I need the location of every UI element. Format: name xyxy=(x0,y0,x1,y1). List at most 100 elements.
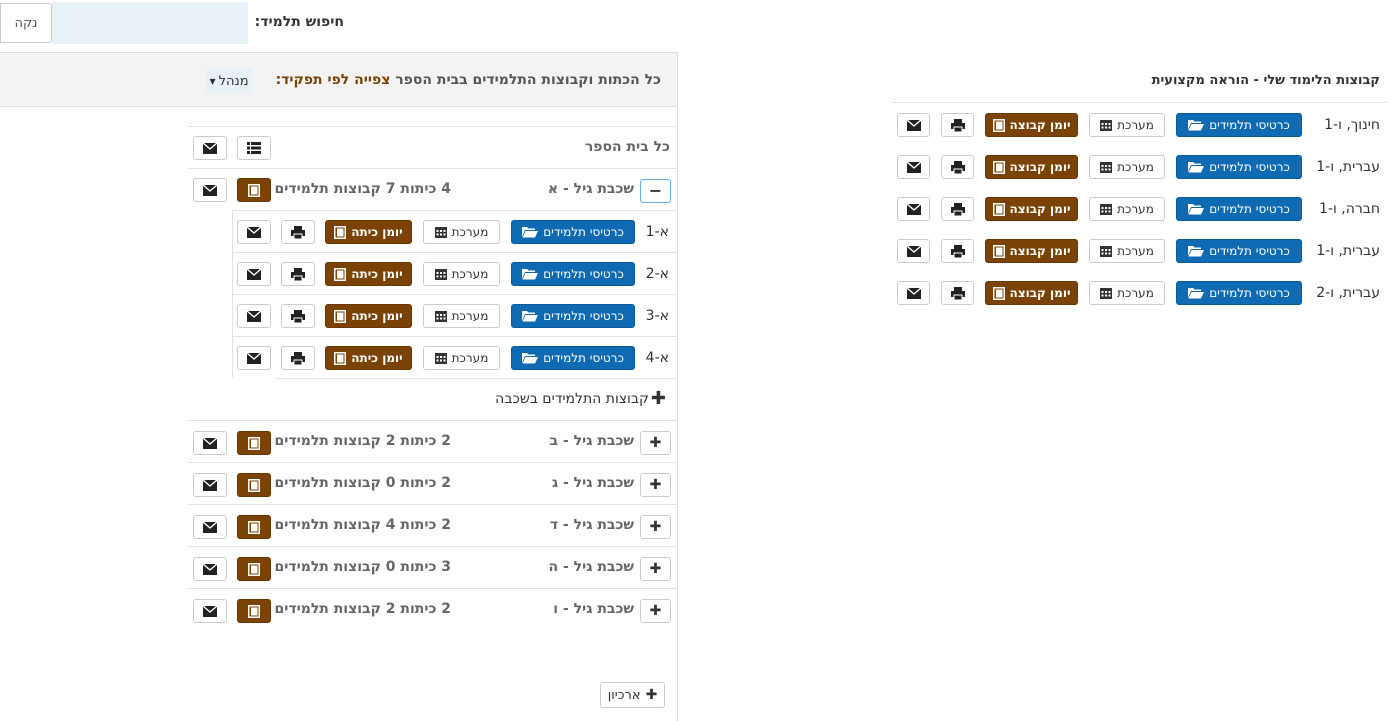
print-button[interactable] xyxy=(941,239,974,263)
mail-button[interactable] xyxy=(237,304,271,328)
student-cards-button[interactable]: כרטיסי תלמידים xyxy=(511,346,635,370)
print-button[interactable] xyxy=(281,220,315,244)
schedule-label: מערכת xyxy=(1117,118,1154,132)
mail-button[interactable] xyxy=(897,281,930,305)
divider xyxy=(188,462,677,463)
schedule-button[interactable]: מערכת xyxy=(1089,155,1165,179)
grade-diary-button[interactable] xyxy=(237,599,271,623)
student-cards-button[interactable]: כרטיסי תלמידים xyxy=(1176,197,1302,221)
grade-summary: 2 כיתות 4 קבוצות תלמידים xyxy=(274,517,451,533)
mail-button[interactable] xyxy=(897,155,930,179)
group-name: עברית, ו-1 xyxy=(1316,243,1380,259)
print-button[interactable] xyxy=(941,197,974,221)
book-icon xyxy=(334,267,347,281)
calendar-icon xyxy=(434,353,447,364)
group-diary-button[interactable]: יומן קבוצה xyxy=(985,239,1078,263)
print-button[interactable] xyxy=(281,304,315,328)
envelope-icon xyxy=(203,563,217,575)
list-button[interactable] xyxy=(237,136,271,160)
class-diary-button[interactable]: יומן כיתה xyxy=(325,346,412,370)
student-cards-button[interactable]: כרטיסי תלמידים xyxy=(511,220,635,244)
print-button[interactable] xyxy=(941,113,974,137)
class-diary-button[interactable]: יומן כיתה xyxy=(325,304,412,328)
collapse-grade-button[interactable]: − xyxy=(640,179,671,203)
grade-mail-button[interactable] xyxy=(193,599,227,623)
printer-icon xyxy=(950,286,965,300)
divider xyxy=(276,378,677,379)
envelope-icon xyxy=(247,310,261,322)
grade-mail-button[interactable] xyxy=(193,557,227,581)
student-cards-label: כרטיסי תלמידים xyxy=(1209,202,1290,216)
schedule-button[interactable]: מערכת xyxy=(1089,197,1165,221)
print-button[interactable] xyxy=(281,262,315,286)
folder-open-icon xyxy=(522,311,539,322)
class-diary-label: יומן כיתה xyxy=(351,267,403,281)
student-cards-button[interactable]: כרטיסי תלמידים xyxy=(1176,113,1302,137)
schedule-button[interactable]: מערכת xyxy=(423,220,500,244)
mail-button[interactable] xyxy=(237,346,271,370)
student-cards-label: כרטיסי תלמידים xyxy=(1209,160,1290,174)
grade-diary-button[interactable] xyxy=(237,515,271,539)
expand-grade-button[interactable]: ✚ xyxy=(640,431,671,455)
mail-button[interactable] xyxy=(897,113,930,137)
expand-grade-button[interactable]: ✚ xyxy=(640,557,671,581)
group-diary-button[interactable]: יומן קבוצה xyxy=(985,113,1078,137)
mail-button[interactable] xyxy=(897,239,930,263)
printer-icon xyxy=(950,118,965,132)
student-cards-button[interactable]: כרטיסי תלמידים xyxy=(511,304,635,328)
mail-button[interactable] xyxy=(237,220,271,244)
grade-diary-button[interactable] xyxy=(237,473,271,497)
role-dropdown[interactable]: מנהל ▼ xyxy=(206,68,252,94)
schedule-button[interactable]: מערכת xyxy=(423,262,500,286)
group-name: עברית, ו-1 xyxy=(1316,159,1380,175)
expand-grade-button[interactable]: ✚ xyxy=(640,473,671,497)
class-name: א-1 xyxy=(645,224,669,240)
student-cards-button[interactable]: כרטיסי תלמידים xyxy=(1176,239,1302,263)
schedule-button[interactable]: מערכת xyxy=(1089,281,1165,305)
book-icon xyxy=(992,244,1005,258)
mail-button[interactable] xyxy=(897,197,930,221)
mail-button[interactable] xyxy=(193,136,227,160)
expand-grade-button[interactable]: ✚ xyxy=(640,515,671,539)
student-cards-button[interactable]: כרטיסי תלמידים xyxy=(511,262,635,286)
group-diary-button[interactable]: יומן קבוצה xyxy=(985,281,1078,305)
schedule-button[interactable]: מערכת xyxy=(423,346,500,370)
whole-school-label: כל בית הספר xyxy=(584,139,670,155)
group-diary-button[interactable]: יומן קבוצה xyxy=(985,155,1078,179)
grade-diary-button[interactable] xyxy=(237,557,271,581)
grade-summary-text: 2 כיתות 4 קבוצות תלמידים xyxy=(274,517,451,533)
student-cards-button[interactable]: כרטיסי תלמידים xyxy=(1176,281,1302,305)
grade-diary-button[interactable] xyxy=(237,178,271,202)
class-diary-button[interactable]: יומן כיתה xyxy=(325,262,412,286)
grade-name: שכבת גיל - ד xyxy=(549,517,634,533)
envelope-icon xyxy=(203,479,217,491)
schedule-button[interactable]: מערכת xyxy=(423,304,500,328)
print-button[interactable] xyxy=(281,346,315,370)
grade-diary-button[interactable] xyxy=(237,431,271,455)
print-button[interactable] xyxy=(941,281,974,305)
schedule-button[interactable]: מערכת xyxy=(1089,239,1165,263)
grade-mail-button[interactable] xyxy=(193,515,227,539)
group-diary-button[interactable]: יומן קבוצה xyxy=(985,197,1078,221)
mail-button[interactable] xyxy=(237,262,271,286)
student-cards-button[interactable]: כרטיסי תלמידים xyxy=(1176,155,1302,179)
schedule-button[interactable]: מערכת xyxy=(1089,113,1165,137)
printer-icon xyxy=(950,244,965,258)
class-diary-button[interactable]: יומן כיתה xyxy=(325,220,412,244)
grade-mail-button[interactable] xyxy=(193,178,227,202)
grade-groups-link[interactable]: ✚ קבוצות התלמידים בשכבה xyxy=(495,390,666,408)
envelope-icon xyxy=(906,161,921,173)
print-button[interactable] xyxy=(941,155,974,179)
calendar-icon xyxy=(1100,246,1113,257)
search-input[interactable] xyxy=(52,2,248,44)
grade-mail-button[interactable] xyxy=(193,431,227,455)
grade-mail-button[interactable] xyxy=(193,473,227,497)
grade-summary: 2 כיתות 2 קבוצות תלמידים xyxy=(274,433,451,449)
archive-button[interactable]: ✚ ארכיון xyxy=(600,682,665,708)
class-diary-label: יומן כיתה xyxy=(351,351,403,365)
plus-icon: ✚ xyxy=(645,687,658,703)
printer-icon xyxy=(950,160,965,174)
expand-grade-button[interactable]: ✚ xyxy=(640,599,671,623)
book-icon xyxy=(248,436,260,450)
clear-search-button[interactable]: נקה xyxy=(0,3,52,43)
